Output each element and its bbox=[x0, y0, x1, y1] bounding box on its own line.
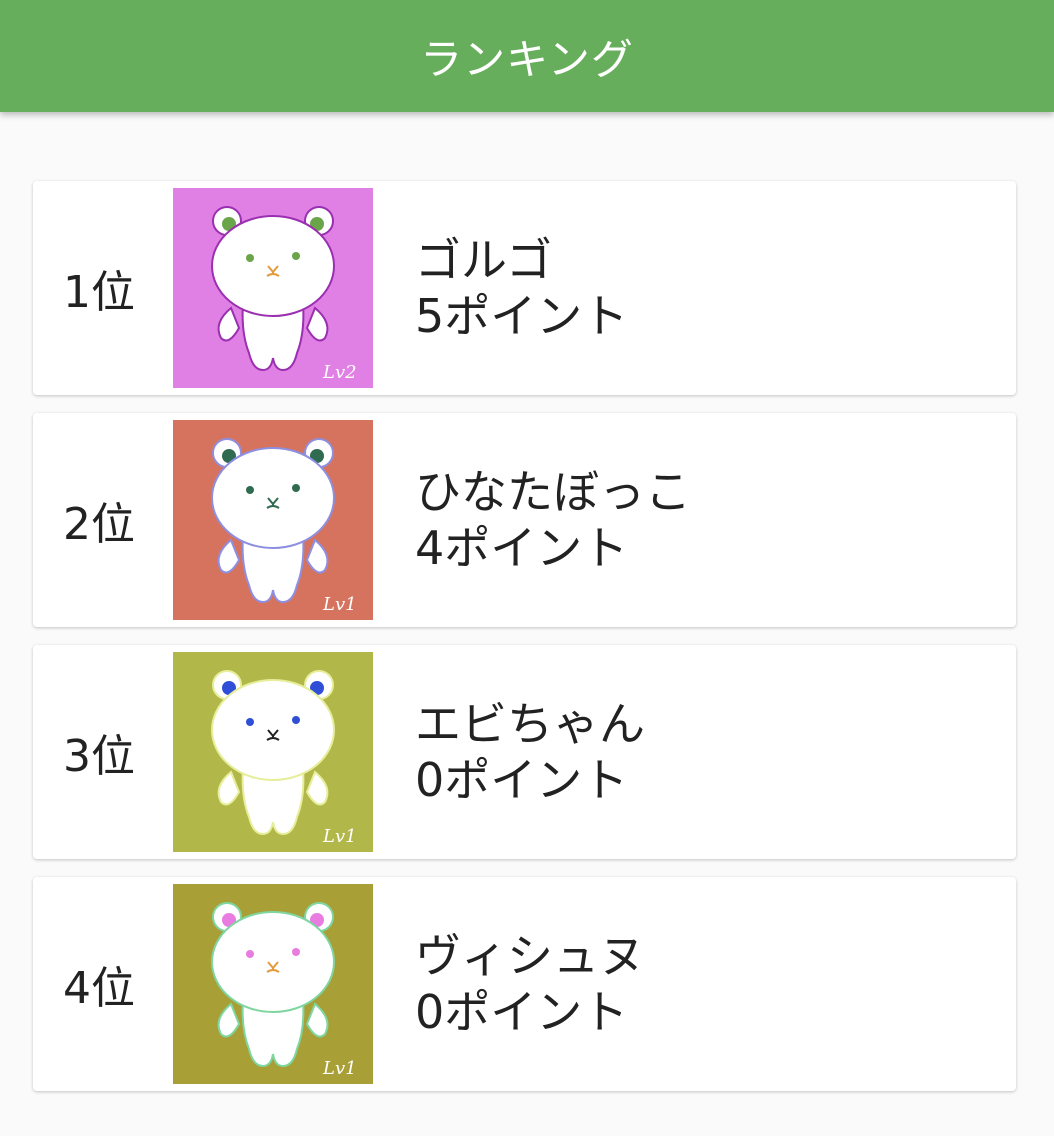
bear-illustration: Lv1 bbox=[173, 652, 373, 852]
ranking-list: 1位 Lv2 ゴルゴ 5ポイント 2位 Lv1 ひなたぼっこ 4ポイント 3位 … bbox=[33, 181, 1016, 1109]
level-label: Lv1 bbox=[322, 594, 357, 615]
player-info: ひなたぼっこ 4ポイント bbox=[415, 464, 691, 576]
bear-illustration: Lv1 bbox=[173, 420, 373, 620]
right-eye bbox=[292, 716, 300, 724]
bear-avatar: Lv2 bbox=[173, 188, 373, 388]
player-info: ヴィシュヌ 0ポイント bbox=[415, 928, 645, 1040]
player-info: エビちゃん 0ポイント bbox=[415, 696, 645, 808]
rank-label: 3位 bbox=[63, 731, 135, 782]
level-label: Lv2 bbox=[322, 362, 357, 383]
bear-head bbox=[211, 447, 335, 549]
bear-illustration: Lv2 bbox=[173, 188, 373, 388]
ranking-card-1[interactable]: 1位 Lv2 ゴルゴ 5ポイント bbox=[33, 181, 1016, 395]
right-eye bbox=[292, 252, 300, 260]
ranking-card-3[interactable]: 3位 Lv1 エビちゃん 0ポイント bbox=[33, 645, 1016, 859]
player-points: 5ポイント bbox=[415, 289, 629, 343]
right-eye bbox=[292, 948, 300, 956]
app-bar: ランキング bbox=[0, 0, 1054, 112]
player-points: 0ポイント bbox=[415, 985, 629, 1039]
ranking-card-4[interactable]: 4位 Lv1 ヴィシュヌ 0ポイント bbox=[33, 877, 1016, 1091]
left-eye bbox=[246, 718, 254, 726]
player-info: ゴルゴ 5ポイント bbox=[415, 232, 628, 344]
rank-label: 1位 bbox=[63, 267, 135, 318]
rank-label: 2位 bbox=[63, 499, 135, 550]
bear-avatar: Lv1 bbox=[173, 652, 373, 852]
rank-label: 4位 bbox=[63, 963, 135, 1014]
bear-avatar: Lv1 bbox=[173, 420, 373, 620]
player-name: ヴィシュヌ bbox=[415, 929, 645, 983]
page-title: ランキング bbox=[420, 34, 634, 84]
right-eye bbox=[292, 484, 300, 492]
player-name: ゴルゴ bbox=[415, 233, 553, 287]
level-label: Lv1 bbox=[322, 826, 357, 847]
left-eye bbox=[246, 254, 254, 262]
left-eye bbox=[246, 486, 254, 494]
player-points: 4ポイント bbox=[415, 521, 629, 575]
player-name: ひなたぼっこ bbox=[415, 465, 691, 519]
bear-head bbox=[211, 911, 335, 1013]
ranking-card-2[interactable]: 2位 Lv1 ひなたぼっこ 4ポイント bbox=[33, 413, 1016, 627]
player-points: 0ポイント bbox=[415, 753, 629, 807]
bear-illustration: Lv1 bbox=[173, 884, 373, 1084]
player-name: エビちゃん bbox=[415, 697, 645, 751]
left-eye bbox=[246, 950, 254, 958]
bear-avatar: Lv1 bbox=[173, 884, 373, 1084]
bear-head bbox=[211, 679, 335, 781]
bear-head bbox=[211, 215, 335, 317]
level-label: Lv1 bbox=[322, 1058, 357, 1079]
